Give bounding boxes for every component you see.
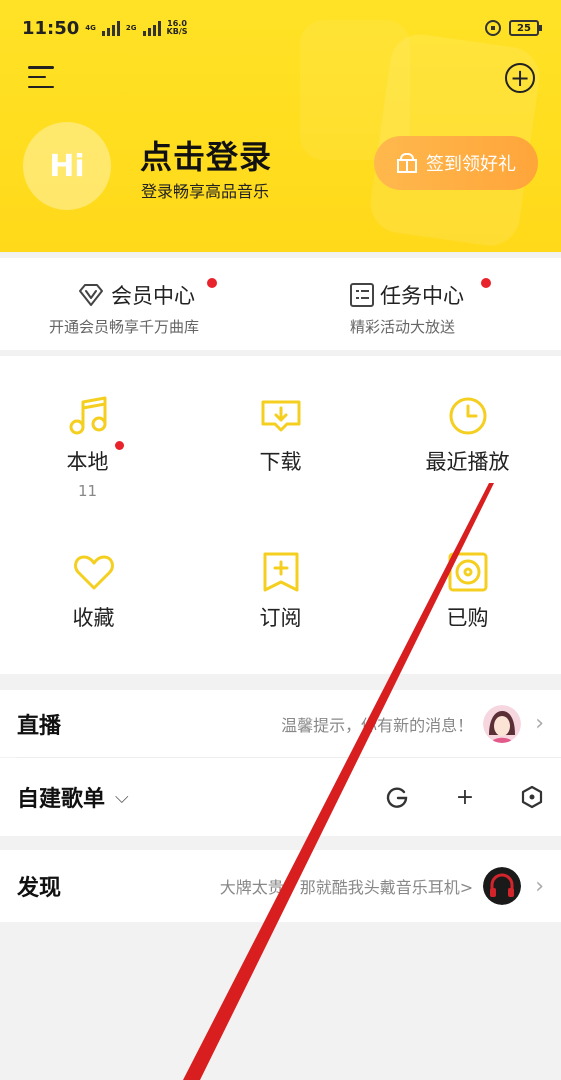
status-time: 11:50 <box>22 17 80 39</box>
grid-item-label: 最近播放 <box>425 450 510 474</box>
grid-item-recent[interactable]: 最近播放 <box>374 394 561 476</box>
menu-button[interactable] <box>28 66 54 88</box>
notification-dot <box>115 441 124 450</box>
headphone-ad-thumbnail <box>483 867 522 905</box>
library-grid: 本地 11 下载 最近播放 收藏 订阅 已购 <box>0 356 561 674</box>
vip-center-title: 会员中心 <box>111 284 195 308</box>
grid-item-local[interactable]: 本地 11 <box>0 394 181 500</box>
network-tag: 4G <box>85 23 96 32</box>
member-card: 会员中心 开通会员畅享千万曲库 任务中心 精彩活动大放送 <box>0 258 561 350</box>
discover-row[interactable]: 发现 大牌太贵？那就酷我头戴音乐耳机> › <box>0 850 561 922</box>
avatar-text: Hi <box>49 148 85 184</box>
avatar[interactable]: Hi <box>23 122 111 210</box>
task-center-title: 任务中心 <box>380 284 464 308</box>
network-speed: 16.0 KB/S <box>167 20 188 36</box>
login-title[interactable]: 点击登录 <box>140 132 272 178</box>
login-subtitle: 登录畅享高品音乐 <box>141 182 270 201</box>
bookmark-add-icon <box>259 550 303 594</box>
diamond-v-icon <box>79 284 103 306</box>
download-tray-icon <box>259 394 303 438</box>
battery-icon: 25 <box>509 20 542 36</box>
task-center-subtitle: 精彩活动大放送 <box>350 318 456 336</box>
grid-item-count: 11 <box>77 482 98 500</box>
grid-item-label: 本地 <box>66 450 109 474</box>
chevron-right-icon: › <box>535 711 544 736</box>
grid-item-subscriptions[interactable]: 订阅 <box>187 550 374 632</box>
battery-level: 25 <box>517 22 531 34</box>
live-host-avatar <box>483 704 522 743</box>
signal-icon <box>101 20 120 36</box>
vip-center-entry[interactable]: 会员中心 开通会员畅享千万曲库 <box>0 258 280 350</box>
status-bar: 11:50 4G 2G 16.0 KB/S 25 <box>0 0 561 56</box>
sign-in-label: 签到领好礼 <box>426 154 516 175</box>
sign-in-gift-button[interactable]: 签到领好礼 <box>374 136 538 190</box>
import-playlist-icon[interactable] <box>384 784 410 810</box>
discover-title: 发现 <box>17 876 62 901</box>
notification-dot <box>481 278 491 288</box>
heart-icon <box>72 550 116 594</box>
speed-unit: KB/S <box>166 27 188 36</box>
vip-center-title-row: 会员中心 <box>77 280 195 310</box>
grid-item-download[interactable]: 下载 <box>187 394 374 476</box>
music-note-icon <box>66 394 110 438</box>
playlist-row: 自建歌单 ⌵ + <box>0 758 561 836</box>
grid-item-label: 下载 <box>259 450 302 474</box>
rotation-lock-icon <box>485 20 501 36</box>
live-message: 温馨提示，你有新的消息！ <box>281 715 474 735</box>
notification-dot <box>207 278 217 288</box>
playlist-settings-icon[interactable] <box>520 785 544 809</box>
create-playlist-add-icon[interactable]: + <box>448 785 482 810</box>
chevron-down-icon[interactable]: ⌵ <box>115 787 129 808</box>
profile-header: 11:50 4G 2G 16.0 KB/S 25 + Hi 点击登录 登录畅享高品… <box>0 0 561 252</box>
signal-icon <box>142 20 161 36</box>
discover-message: 大牌太贵？那就酷我头戴音乐耳机> <box>219 878 474 897</box>
grid-item-favorites[interactable]: 收藏 <box>0 550 187 632</box>
playlist-title[interactable]: 自建歌单 <box>17 781 105 813</box>
grid-item-label: 订阅 <box>259 606 302 630</box>
task-center-entry[interactable]: 任务中心 精彩活动大放送 <box>280 258 560 350</box>
grid-item-label: 收藏 <box>72 606 115 630</box>
gift-icon <box>396 153 418 173</box>
grid-item-purchased[interactable]: 已购 <box>374 550 561 632</box>
task-list-icon <box>350 283 374 307</box>
task-center-title-row: 任务中心 <box>350 280 464 310</box>
live-title: 直播 <box>17 713 62 739</box>
live-row[interactable]: 直播 温馨提示，你有新的消息！ › <box>0 690 561 757</box>
chevron-right-icon: › <box>535 873 544 899</box>
clock-icon <box>446 394 490 438</box>
vip-center-subtitle: 开通会员畅享千万曲库 <box>49 318 200 336</box>
network-tag: 2G <box>125 23 137 32</box>
disc-icon <box>446 550 490 594</box>
add-icon[interactable]: + <box>505 63 535 93</box>
grid-item-label: 已购 <box>446 606 489 630</box>
